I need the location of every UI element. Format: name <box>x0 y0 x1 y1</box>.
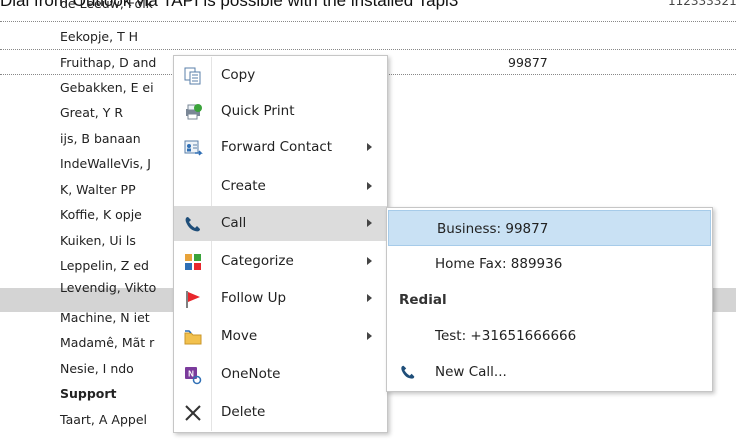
new-call-item[interactable]: New Call... <box>387 354 712 390</box>
menu-item-label: Call <box>221 215 247 231</box>
phone-icon <box>401 365 415 379</box>
contact-name: IndeWalleVis, J <box>60 156 151 171</box>
onenote-icon: N <box>185 367 202 385</box>
submenu-arrow-icon <box>367 143 372 151</box>
call-submenu: Business: 99877 Home Fax: 889936 Redial … <box>386 207 713 392</box>
menu-item-quick-print[interactable]: Quick Print <box>174 94 387 129</box>
redial-entry-label: Test: +31651666666 <box>435 328 577 344</box>
new-call-label: New Call... <box>435 364 507 380</box>
submenu-arrow-icon <box>367 294 372 302</box>
contact-name: Support <box>60 386 117 401</box>
menu-item-label: OneNote <box>221 366 281 382</box>
contact-name: Kuiken, Ui ls <box>60 233 136 248</box>
redial-entry-item[interactable]: Test: +31651666666 <box>387 318 712 354</box>
row-divider <box>0 49 736 50</box>
contact-name: Fruithap, D and <box>60 55 157 70</box>
contact-name: Machine, N iet <box>60 310 150 325</box>
contact-name: Nesie, I ndo <box>60 361 134 376</box>
contact-name: Madamê, Mãt r <box>60 335 155 350</box>
submenu-arrow-icon <box>367 219 372 227</box>
contact-name: Eekopje, T H <box>60 29 139 44</box>
menu-item-label: Forward Contact <box>221 139 333 155</box>
menu-item-call[interactable]: Call <box>174 206 387 241</box>
contact-phone: 99877 <box>508 55 548 70</box>
call-home-fax-label: Home Fax: 889936 <box>435 256 563 272</box>
contact-phone: 112333321 <box>668 0 736 8</box>
menu-item-label: Quick Print <box>221 103 295 119</box>
submenu-arrow-icon <box>367 332 372 340</box>
redial-header-label: Redial <box>399 292 447 308</box>
svg-text:N: N <box>188 370 194 379</box>
phone-icon <box>185 217 200 232</box>
submenu-arrow-icon <box>367 182 372 190</box>
contact-name: de Leeuw, Folk <box>60 0 153 11</box>
copy-icon <box>184 67 201 85</box>
menu-item-delete[interactable]: Delete <box>174 395 387 430</box>
forward-contact-icon <box>184 140 203 156</box>
contact-name: Levendig, Vikto <box>60 280 157 295</box>
menu-item-label: Create <box>221 178 266 194</box>
row-divider <box>0 21 736 22</box>
menu-item-label: Categorize <box>221 253 294 269</box>
contact-name: Great, Y R <box>60 105 124 120</box>
menu-item-forward-contact[interactable]: Forward Contact <box>174 130 387 165</box>
call-business-label: Business: 99877 <box>437 221 549 237</box>
menu-item-label: Copy <box>221 67 256 83</box>
contact-row[interactable]: Eekopje, T H <box>0 25 736 49</box>
call-business-item[interactable]: Business: 99877 <box>388 210 711 246</box>
menu-item-onenote[interactable]: N OneNote <box>174 357 387 392</box>
contact-name: Leppelin, Z ed <box>60 258 149 273</box>
contact-name: K, Walter PP <box>60 182 136 197</box>
categorize-icon <box>185 254 201 270</box>
context-menu: Copy Quick Print Forward Contact Create … <box>173 55 388 433</box>
menu-item-label: Move <box>221 328 258 344</box>
folder-icon <box>184 330 202 345</box>
menu-item-follow-up[interactable]: Follow Up <box>174 281 387 316</box>
menu-item-categorize[interactable]: Categorize <box>174 244 387 279</box>
menu-item-create[interactable]: Create <box>174 169 387 204</box>
menu-item-label: Delete <box>221 404 266 420</box>
submenu-arrow-icon <box>367 257 372 265</box>
contact-row[interactable]: de Leeuw, Folk 112333321 <box>0 0 736 21</box>
contact-name: Gebakken, E ei <box>60 80 154 95</box>
delete-icon <box>185 405 201 421</box>
contact-name: ijs, B banaan <box>60 131 141 146</box>
contact-name: Taart, A Appel <box>60 412 147 427</box>
redial-header: Redial <box>387 282 712 318</box>
flag-icon <box>186 291 200 308</box>
menu-item-copy[interactable]: Copy <box>174 58 387 93</box>
call-home-fax-item[interactable]: Home Fax: 889936 <box>387 246 712 282</box>
contact-name: Koffie, K opje <box>60 207 142 222</box>
quick-print-icon <box>186 104 202 120</box>
menu-item-label: Follow Up <box>221 290 287 306</box>
menu-item-move[interactable]: Move <box>174 319 387 354</box>
